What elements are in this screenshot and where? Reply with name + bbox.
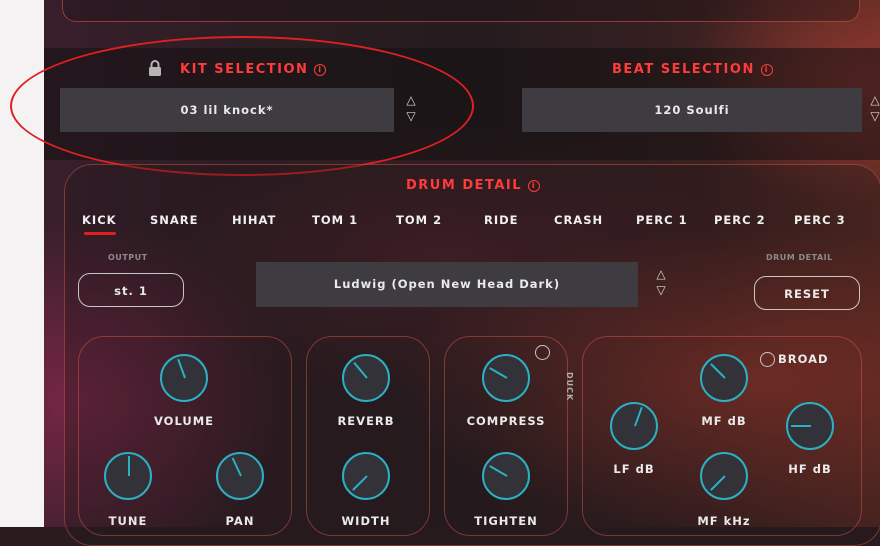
down-arrow-icon[interactable]: ▽ bbox=[868, 108, 880, 124]
mf-db-label: MF dB bbox=[701, 414, 747, 428]
mf-khz-knob[interactable] bbox=[700, 452, 748, 500]
beat-selection-title: BEAT SELECTION i bbox=[612, 62, 773, 77]
mf-db-knob[interactable] bbox=[700, 354, 748, 402]
tab-hihat[interactable]: HIHAT bbox=[232, 213, 276, 227]
annotation-oval bbox=[10, 36, 474, 176]
duck-label: DUCK bbox=[565, 372, 574, 402]
pan-knob[interactable] bbox=[216, 452, 264, 500]
beat-select-field[interactable]: 120 Soulfi bbox=[522, 88, 862, 132]
drum-detail-small-label: DRUM DETAIL bbox=[766, 253, 833, 262]
reverb-label: REVERB bbox=[337, 414, 395, 428]
output-select[interactable]: st. 1 bbox=[78, 273, 184, 307]
beat-selection-label: BEAT SELECTION bbox=[612, 62, 755, 77]
info-icon[interactable]: i bbox=[760, 63, 773, 76]
tab-kick[interactable]: KICK bbox=[82, 213, 117, 227]
volume-label: VOLUME bbox=[153, 414, 215, 428]
tab-tom-2[interactable]: TOM 2 bbox=[396, 213, 442, 227]
tighten-knob[interactable] bbox=[482, 452, 530, 500]
width-label: WIDTH bbox=[341, 514, 391, 528]
plugin-frame: KIT SELECTION i 03 lil knock* △ ▽ BEAT SE… bbox=[10, 0, 880, 546]
reset-button[interactable]: RESET bbox=[754, 276, 860, 310]
output-value: st. 1 bbox=[114, 284, 148, 298]
tab-snare[interactable]: SNARE bbox=[150, 213, 199, 227]
lf-db-label: LF dB bbox=[613, 462, 655, 476]
duck-toggle[interactable] bbox=[535, 345, 550, 360]
compress-label: COMPRESS bbox=[466, 414, 546, 428]
tighten-label: TIGHTEN bbox=[474, 514, 538, 528]
top-panel bbox=[62, 0, 860, 22]
broad-toggle[interactable] bbox=[760, 352, 775, 367]
volume-knob[interactable] bbox=[160, 354, 208, 402]
down-arrow-icon[interactable]: ▽ bbox=[654, 282, 668, 298]
pan-label: PAN bbox=[225, 514, 255, 528]
tab-perc-1[interactable]: PERC 1 bbox=[636, 213, 688, 227]
up-arrow-icon[interactable]: △ bbox=[654, 266, 668, 282]
width-knob[interactable] bbox=[342, 452, 390, 500]
hf-db-label: HF dB bbox=[788, 462, 832, 476]
drum-detail-title: DRUM DETAIL i bbox=[406, 178, 541, 193]
tab-ride[interactable]: RIDE bbox=[484, 213, 519, 227]
tab-perc-2[interactable]: PERC 2 bbox=[714, 213, 766, 227]
tune-knob[interactable] bbox=[104, 452, 152, 500]
reverb-knob[interactable] bbox=[342, 354, 390, 402]
lf-db-knob[interactable] bbox=[610, 402, 658, 450]
up-arrow-icon[interactable]: △ bbox=[868, 92, 880, 108]
drum-select-field[interactable]: Ludwig (Open New Head Dark) bbox=[256, 262, 638, 307]
beat-stepper[interactable]: △ ▽ bbox=[868, 92, 880, 124]
info-icon[interactable]: i bbox=[528, 179, 541, 192]
tune-label: TUNE bbox=[108, 514, 148, 528]
broad-label: BROAD bbox=[778, 352, 829, 366]
hf-db-knob[interactable] bbox=[786, 402, 834, 450]
output-label: OUTPUT bbox=[108, 253, 148, 262]
tab-crash[interactable]: CRASH bbox=[554, 213, 603, 227]
beat-select-value: 120 Soulfi bbox=[654, 103, 730, 117]
compress-knob[interactable] bbox=[482, 354, 530, 402]
drum-detail-label: DRUM DETAIL bbox=[406, 178, 523, 193]
tab-tom-1[interactable]: TOM 1 bbox=[312, 213, 358, 227]
tab-perc-3[interactable]: PERC 3 bbox=[794, 213, 846, 227]
drum-stepper[interactable]: △ ▽ bbox=[654, 266, 668, 298]
active-tab-indicator bbox=[84, 232, 116, 235]
reset-button-label: RESET bbox=[784, 287, 830, 301]
mf-khz-label: MF kHz bbox=[697, 514, 751, 528]
drum-select-value: Ludwig (Open New Head Dark) bbox=[333, 277, 561, 291]
